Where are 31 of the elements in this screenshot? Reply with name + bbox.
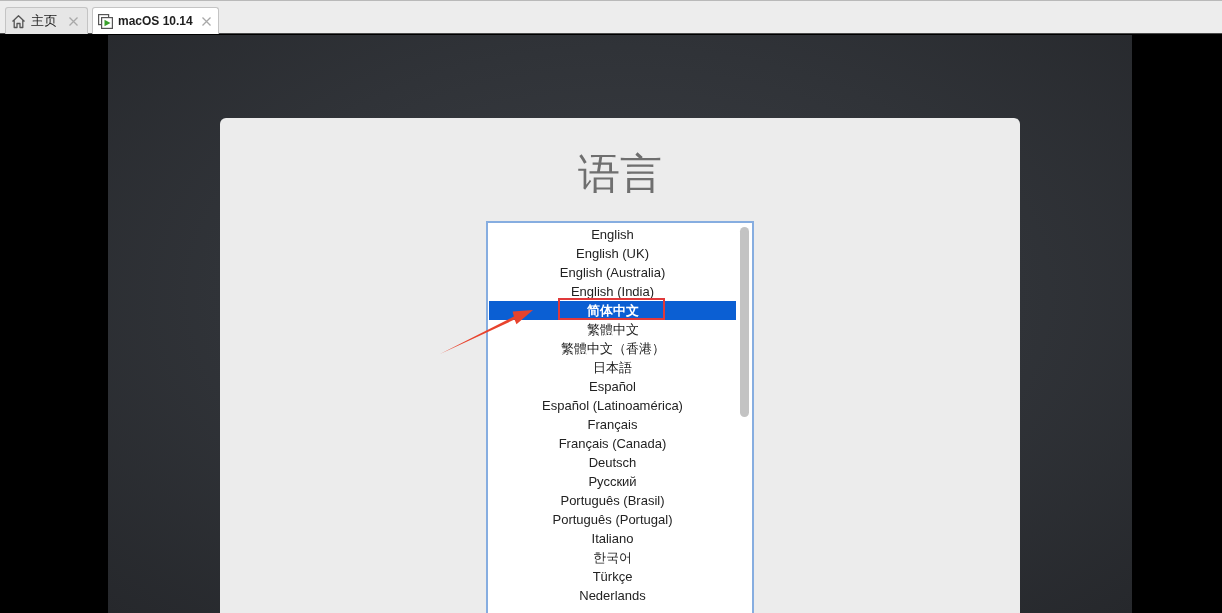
language-item[interactable]: Italiano	[489, 529, 736, 548]
language-item[interactable]: Русский	[489, 472, 736, 491]
language-list[interactable]	[486, 221, 754, 613]
language-item[interactable]: Türkçe	[489, 567, 736, 586]
tab-label: macOS 10.14	[118, 14, 193, 28]
language-item[interactable]: 繁體中文（香港）	[489, 339, 736, 358]
language-item[interactable]: Português (Portugal)	[489, 510, 736, 529]
virtual-machine-icon	[98, 13, 113, 29]
tab[interactable]: 主页	[5, 7, 88, 34]
language-item[interactable]: Português (Brasil)	[489, 491, 736, 510]
language-item[interactable]: 繁體中文	[489, 320, 736, 339]
language-item[interactable]: Français	[489, 415, 736, 434]
language-item[interactable]: Deutsch	[489, 453, 736, 472]
language-item[interactable]: English (India)	[489, 282, 736, 301]
language-item[interactable]: Nederlands	[489, 586, 736, 605]
language-item[interactable]: English (UK)	[489, 244, 736, 263]
home-icon	[11, 13, 26, 29]
language-item[interactable]: 한국어	[489, 548, 736, 567]
close-icon[interactable]	[201, 16, 211, 26]
tab[interactable]: macOS 10.14	[92, 7, 219, 34]
tab-label: 主页	[31, 12, 57, 30]
language-item[interactable]: Français (Canada)	[489, 434, 736, 453]
language-item[interactable]: English	[489, 225, 736, 244]
language-item[interactable]: 简体中文	[489, 301, 736, 320]
dialog-title: 语言	[578, 149, 662, 199]
language-item[interactable]: 日本語	[489, 358, 736, 377]
close-icon[interactable]	[69, 16, 78, 26]
language-item[interactable]: Español	[489, 377, 736, 396]
scrollbar-thumb[interactable]	[739, 227, 749, 417]
language-item[interactable]: English (Australia)	[489, 263, 736, 282]
language-item[interactable]: Español (Latinoamérica)	[489, 396, 736, 415]
